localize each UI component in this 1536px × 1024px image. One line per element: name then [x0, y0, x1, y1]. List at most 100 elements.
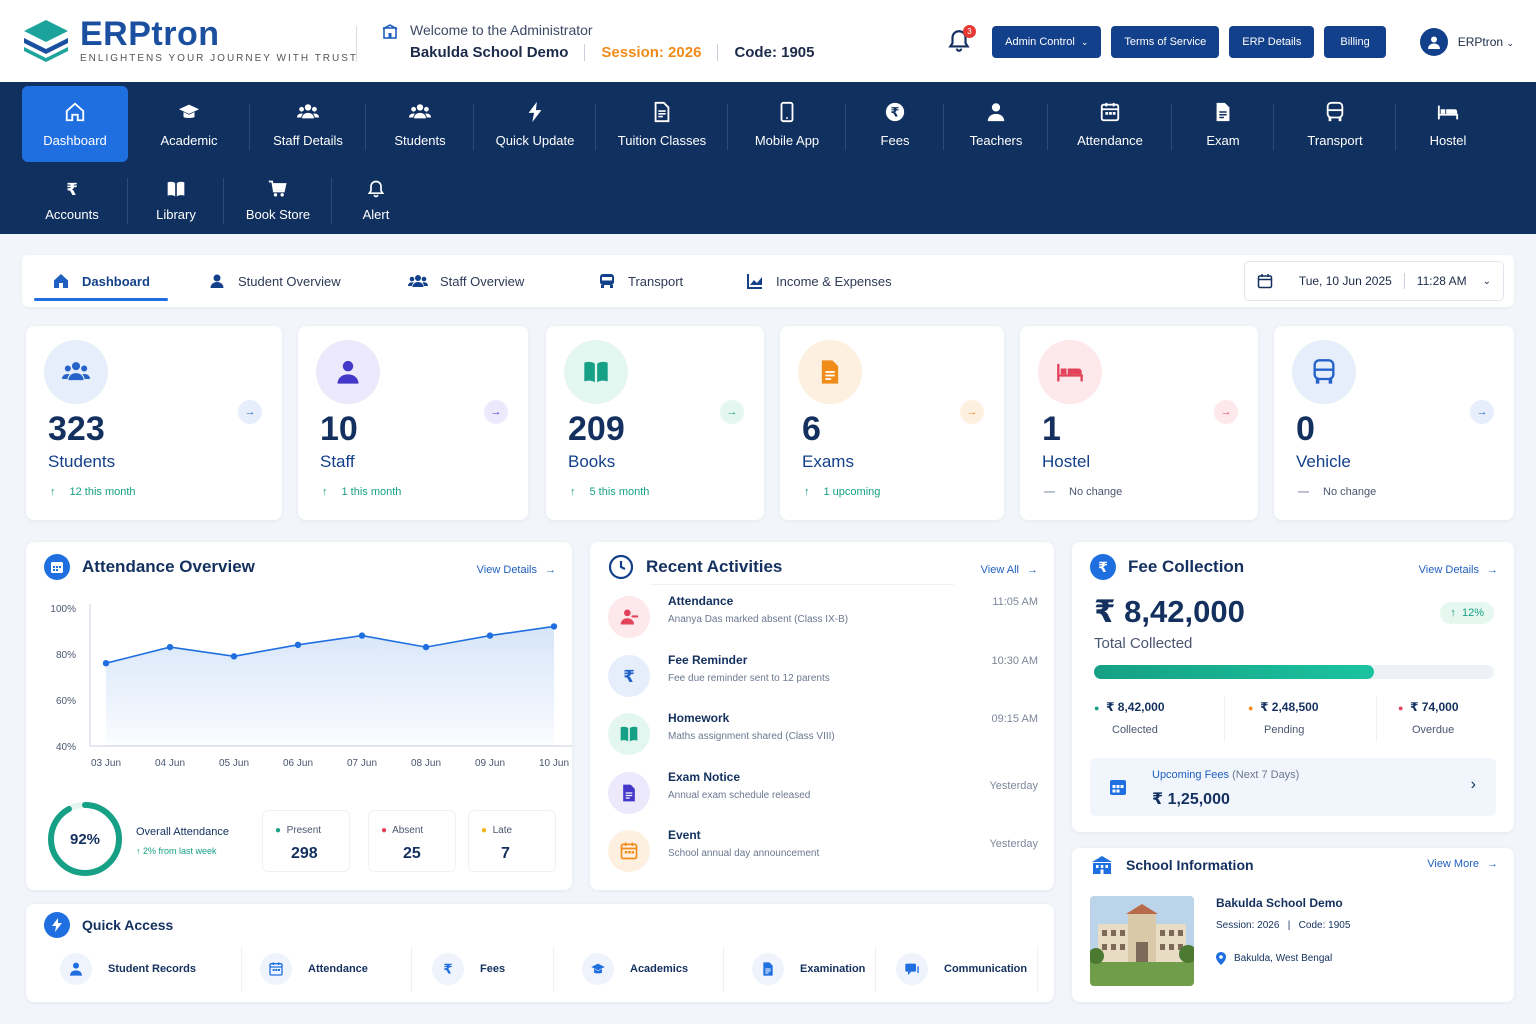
activity-title: Attendance — [668, 594, 734, 608]
stat-delta: ↑ 1 upcoming — [804, 486, 881, 498]
admin-control-button[interactable]: Admin Control ⌄ — [992, 26, 1102, 58]
nav-item-hostel[interactable]: Hostel — [1396, 86, 1500, 162]
nav-item-library[interactable]: Library — [128, 170, 224, 230]
avatar[interactable] — [1419, 28, 1448, 56]
terms-of-service-button[interactable]: Terms of Service — [1111, 26, 1220, 58]
stat-card-exams[interactable]: 6 Exams → ↑ 1 upcoming — [780, 326, 1004, 520]
quick-access-fees[interactable]: ₹ Fees — [424, 946, 554, 992]
stat-card-students[interactable]: 323 Students → ↑ 12 this month — [26, 326, 282, 520]
arrow-right-icon[interactable]: → — [960, 400, 984, 424]
tab-dashboard[interactable]: Dashboard — [34, 255, 168, 307]
activity-title: Homework — [668, 711, 730, 725]
arrow-up-icon: ↑ — [322, 486, 328, 498]
nav-item-students[interactable]: Students — [366, 86, 474, 162]
stat-card-hostel[interactable]: 1 Hostel → — No change — [1020, 326, 1258, 520]
quick-access-attendance[interactable]: Attendance — [252, 946, 412, 992]
fee-growth-badge: ↑ 12% — [1440, 602, 1494, 624]
rupee-icon: ₹ — [1090, 554, 1116, 580]
brand-logo[interactable]: ERPtron ENLIGHTENS YOUR JOURNEY WITH TRU… — [22, 16, 358, 64]
quick-access-label: Examination — [800, 963, 866, 975]
rupee-circle-icon: ₹ — [884, 101, 906, 123]
nav-item-teachers[interactable]: Teachers — [944, 86, 1048, 162]
arrow-right-icon[interactable]: → — [1470, 400, 1494, 424]
activity-desc: Fee due reminder sent to 12 parents — [668, 672, 830, 684]
stat-card-staff[interactable]: 10 Staff → ↑ 1 this month — [298, 326, 528, 520]
nav-item-label: Quick Update — [495, 132, 575, 148]
activity-desc: Ananya Das marked absent (Class IX-B) — [668, 614, 849, 625]
nav-item-fees[interactable]: ₹ Fees — [846, 86, 944, 162]
fee-collected: ● ₹ 8,42,000 Collected — [1094, 700, 1165, 736]
rupee-icon: ₹ — [608, 654, 650, 697]
arrow-right-icon[interactable]: → — [238, 400, 262, 424]
user-menu[interactable]: ERPtron ⌄ — [1458, 35, 1514, 49]
tab-income-expenses[interactable]: Income & Expenses — [746, 255, 892, 307]
nav-item-label: Academic — [160, 132, 218, 148]
upcoming-fees-value: ₹ 1,25,000 — [1152, 791, 1230, 808]
arrow-right-icon[interactable]: → — [720, 400, 744, 424]
svg-text:₹: ₹ — [66, 179, 78, 198]
nav-item-academic[interactable]: Academic — [128, 86, 250, 162]
tab-student-overview[interactable]: Student Overview — [208, 255, 341, 307]
nav-item-transport[interactable]: Transport — [1274, 86, 1396, 162]
activity-desc: Maths assignment shared (Class VIII) — [668, 731, 835, 742]
date-time-selector[interactable]: Tue, 10 Jun 2025 11:28 AM ⌄ — [1243, 261, 1504, 301]
nav-item-label: Accounts — [45, 206, 99, 222]
users-icon — [409, 101, 431, 123]
nav-item-book-store[interactable]: Book Store — [224, 170, 332, 230]
nav-item-quick-update[interactable]: Quick Update — [474, 86, 596, 162]
bed-icon — [1038, 340, 1102, 404]
current-time: 11:28 AM — [1416, 274, 1467, 288]
fee-view-details-link[interactable]: View Details → — [1419, 564, 1498, 576]
tab-transport[interactable]: Transport — [598, 255, 683, 307]
data-point — [230, 653, 238, 660]
nav-item-attendance[interactable]: Attendance — [1048, 86, 1172, 162]
nav-item-dashboard[interactable]: Dashboard — [22, 86, 128, 162]
quick-access-student-records[interactable]: Student Records — [46, 946, 242, 992]
school-icon — [382, 24, 398, 39]
calendar-icon — [608, 830, 650, 872]
erp-details-button[interactable]: ERP Details — [1229, 26, 1315, 58]
stat-card-vehicle[interactable]: 0 Vehicle → — No change — [1274, 326, 1514, 520]
stat-delta: — No change — [1044, 486, 1123, 498]
nav-item-label: Hostel — [1429, 132, 1467, 148]
activity-item[interactable]: Homework Maths assignment shared (Class V… — [608, 709, 1038, 761]
activities-view-all-link[interactable]: View All → — [981, 564, 1038, 576]
activity-time: 10:30 AM — [991, 654, 1038, 667]
nav-item-tuition-classes[interactable]: Tuition Classes — [596, 86, 728, 162]
users-icon — [44, 340, 108, 404]
tab-staff-overview[interactable]: Staff Overview — [408, 255, 524, 307]
activity-item[interactable]: Event School annual day announcement Yeste… — [608, 826, 1038, 878]
home-icon — [54, 274, 68, 288]
school-information-panel: School Information View More → Bakulda Sc… — [1072, 848, 1514, 1002]
attendance-view-details-link[interactable]: View Details → — [477, 564, 556, 576]
nav-item-label: Transport — [1307, 132, 1363, 148]
school-location: Bakulda, West Bengal — [1216, 952, 1332, 965]
billing-button[interactable]: Billing — [1324, 26, 1386, 58]
nav-item-accounts[interactable]: ₹ Accounts — [16, 170, 128, 230]
quick-access-academics[interactable]: Academics — [574, 946, 724, 992]
arrow-right-icon: → — [1027, 564, 1038, 576]
home-icon — [64, 101, 86, 123]
nav-item-staff-details[interactable]: Staff Details — [250, 86, 366, 162]
nav-item-mobile-app[interactable]: Mobile App — [728, 86, 846, 162]
recent-activities-panel: Recent Activities View All → Attendance An… — [590, 542, 1054, 890]
arrow-right-icon[interactable]: → — [484, 400, 508, 424]
upcoming-fees-card[interactable]: Upcoming Fees (Next 7 Days) ₹ 1,25,000 › — [1090, 758, 1496, 816]
book-icon — [564, 340, 628, 404]
fee-total: ₹ 8,42,000 — [1094, 594, 1245, 629]
school-view-more-link[interactable]: View More → — [1427, 858, 1498, 870]
activity-item[interactable]: ₹ Fee Reminder Fee due reminder sent to 12… — [608, 651, 1038, 703]
y-tick-label: 100% — [50, 604, 76, 615]
current-date: Tue, 10 Jun 2025 — [1298, 274, 1392, 288]
quick-access-examination[interactable]: Examination — [744, 946, 876, 992]
nav-item-alert[interactable]: Alert — [332, 170, 420, 230]
activity-item[interactable]: Exam Notice Annual exam schedule released… — [608, 768, 1038, 820]
activity-item[interactable]: Attendance Ananya Das marked absent (Clas… — [608, 592, 1038, 644]
arrow-right-icon[interactable]: → — [1214, 400, 1238, 424]
stat-card-books[interactable]: 209 Books → ↑ 5 this month — [546, 326, 764, 520]
fee-overdue: ● ₹ 74,000 Overdue — [1398, 700, 1459, 736]
nav-item-label: Students — [394, 132, 446, 148]
arrow-right-icon: → — [1487, 858, 1498, 870]
nav-item-exam[interactable]: Exam — [1172, 86, 1274, 162]
quick-access-communication[interactable]: Communication — [888, 946, 1038, 992]
